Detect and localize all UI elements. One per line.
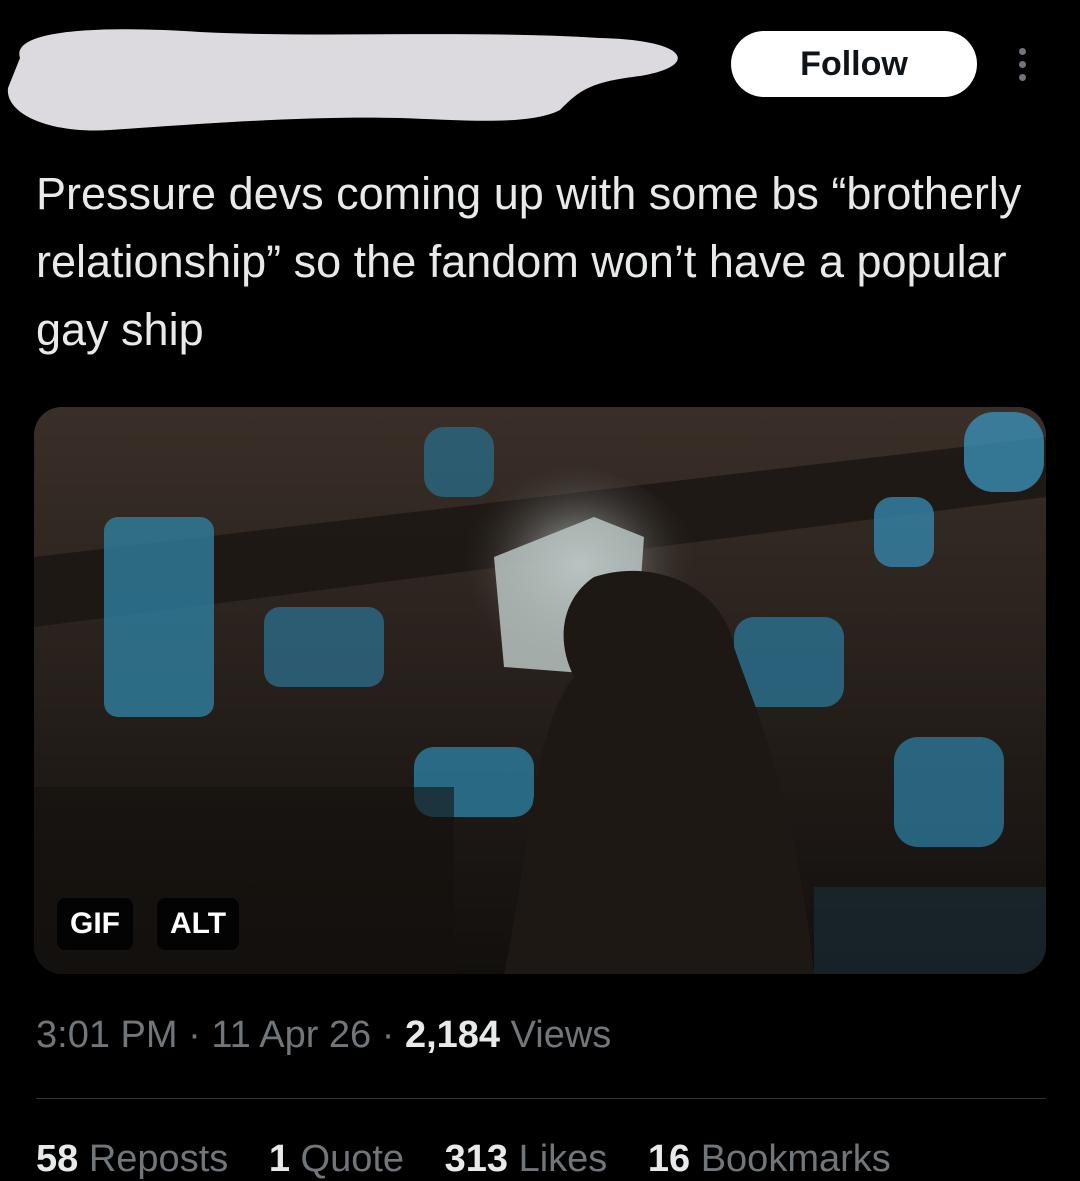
- gif-badge: GIF: [57, 898, 133, 950]
- tweet-time[interactable]: 3:01 PM: [36, 1014, 178, 1056]
- views-label: Views: [510, 1014, 612, 1056]
- redacted-username: [7, 29, 678, 131]
- engagement-stats: 58 Reposts 1 Quote 313 Likes 16 Bookmark…: [36, 1138, 921, 1181]
- bookmarks-label: Bookmarks: [700, 1138, 891, 1180]
- quotes-label: Quote: [300, 1138, 405, 1180]
- quotes-stat[interactable]: 1 Quote: [269, 1138, 404, 1181]
- tweet-text: Pressure devs coming up with some bs “br…: [36, 168, 1022, 355]
- alt-text-button[interactable]: ALT: [157, 898, 240, 950]
- more-options-icon[interactable]: [1004, 40, 1040, 88]
- more-dot: [1018, 60, 1026, 68]
- gif-frame-image: [34, 407, 1046, 974]
- tweet-media-gif[interactable]: GIF ALT: [34, 407, 1046, 974]
- reposts-label: Reposts: [88, 1138, 229, 1180]
- divider: [36, 1098, 1046, 1099]
- follow-button[interactable]: Follow: [731, 31, 977, 97]
- meta-separator: ·: [188, 1014, 201, 1056]
- reposts-stat[interactable]: 58 Reposts: [36, 1138, 228, 1181]
- views-count: 2,184: [404, 1014, 501, 1056]
- more-dot: [1018, 73, 1026, 81]
- bookmarks-count: 16: [647, 1138, 691, 1180]
- tweet-metadata: 3:01 PM · 11 Apr 26 · 2,184 Views: [36, 1014, 611, 1057]
- quotes-count: 1: [268, 1138, 290, 1180]
- tweet-date[interactable]: 11 Apr 26: [211, 1014, 371, 1056]
- meta-separator: ·: [381, 1014, 395, 1056]
- reposts-count: 58: [36, 1138, 79, 1180]
- likes-count: 313: [444, 1138, 509, 1180]
- likes-label: Likes: [518, 1138, 608, 1180]
- bookmarks-stat[interactable]: 16 Bookmarks: [648, 1138, 891, 1181]
- likes-stat[interactable]: 313 Likes: [445, 1138, 608, 1181]
- more-dot: [1018, 47, 1026, 55]
